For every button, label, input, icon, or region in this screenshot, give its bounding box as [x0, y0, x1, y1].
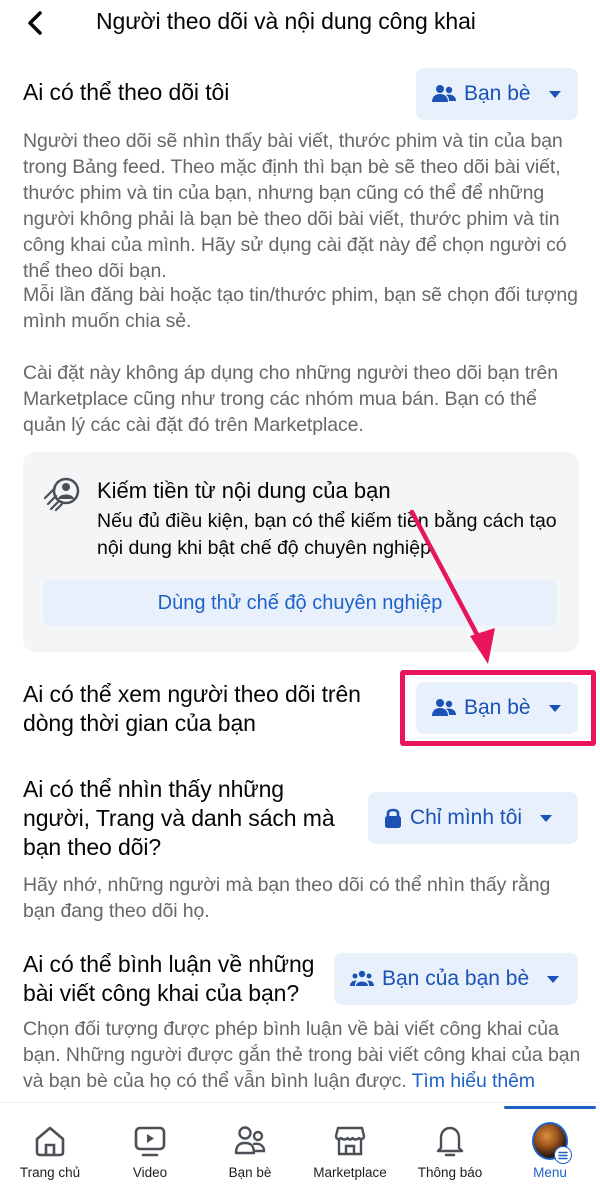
tab-notifications[interactable]: Thông báo	[400, 1103, 500, 1192]
try-professional-mode-button[interactable]: Dùng thử chế độ chuyên nghiệp	[43, 580, 557, 626]
profile-avatar	[532, 1122, 572, 1164]
comments-audience-dropdown[interactable]: Bạn của bạn bè	[334, 953, 578, 1005]
tab-label: Bạn bè	[228, 1165, 272, 1180]
dropdown-label: Chỉ mình tôi	[410, 806, 523, 829]
following-visibility-description: Hãy nhớ, những người mà bạn theo dõi có …	[23, 874, 551, 922]
following-visibility-title-line3: bạn theo dõi?	[23, 834, 162, 860]
followers-audience-dropdown[interactable]: Bạn bè	[416, 68, 578, 120]
video-icon	[134, 1126, 166, 1157]
menu-hamburger-icon	[554, 1146, 572, 1164]
marketplace-icon	[334, 1126, 366, 1156]
header: Người theo dõi và nội dung công khai	[0, 0, 600, 50]
followers-setting-title: Ai có thể theo dõi tôi	[23, 79, 230, 105]
page-title: Người theo dõi và nội dung công khai	[96, 8, 476, 34]
timeline-followers-dropdown[interactable]: Bạn bè	[416, 682, 578, 734]
tab-label: Trang chủ	[19, 1165, 81, 1180]
friends-icon	[432, 85, 456, 102]
timeline-followers-title-line2: dòng thời gian của bạn	[23, 710, 256, 736]
caret-down-icon	[540, 814, 553, 822]
following-visibility-title-line2: người, Trang và danh sách mà	[23, 805, 335, 831]
bottom-tab-bar: Trang chủ Video Bạn bè Marketplace Thông…	[0, 1102, 600, 1192]
caret-down-icon	[548, 90, 561, 98]
comments-setting-title-line1: Ai có thể bình luận về những	[23, 951, 315, 977]
lock-icon	[385, 808, 401, 828]
professional-mode-card: Kiếm tiền từ nội dung của bạn Nếu đủ điề…	[23, 452, 579, 652]
home-icon	[35, 1126, 65, 1157]
friends-icon	[432, 699, 456, 716]
tab-friends[interactable]: Bạn bè	[200, 1103, 300, 1192]
learn-more-link[interactable]: Tìm hiểu thêm	[412, 1070, 535, 1092]
tab-marketplace[interactable]: Marketplace	[300, 1103, 400, 1192]
promo-text: Nếu đủ điều kiện, bạn có thể kiếm tiền b…	[97, 510, 557, 559]
tab-video[interactable]: Video	[100, 1103, 200, 1192]
tab-label: Marketplace	[313, 1165, 387, 1180]
comments-description: Chọn đối tượng được phép bình luận về bà…	[23, 1016, 583, 1094]
friends-of-friends-icon	[350, 970, 374, 986]
timeline-followers-title-line1: Ai có thể xem người theo dõi trên	[23, 681, 361, 707]
back-button[interactable]	[18, 6, 52, 40]
promo-title: Kiếm tiền từ nội dung của bạn	[97, 478, 391, 503]
following-visibility-title-line1: Ai có thể nhìn thấy những	[23, 776, 284, 802]
tab-menu[interactable]: Menu	[500, 1103, 600, 1192]
bell-icon	[436, 1126, 464, 1157]
dropdown-label: Bạn bè	[464, 696, 531, 719]
friends-icon	[234, 1126, 266, 1155]
settings-content: Ai có thể theo dõi tôi Bạn bè Người theo…	[0, 50, 600, 1102]
caret-down-icon	[547, 975, 560, 983]
followers-description-2: Mỗi lần đăng bài hoặc tạo tin/thước phim…	[23, 284, 578, 332]
following-visibility-dropdown[interactable]: Chỉ mình tôi	[368, 792, 578, 844]
tab-home[interactable]: Trang chủ	[0, 1103, 100, 1192]
dropdown-label: Bạn bè	[464, 82, 531, 105]
tab-label: Video	[132, 1165, 168, 1180]
followers-description: Người theo dõi sẽ nhìn thấy bài viết, th…	[23, 130, 567, 282]
caret-down-icon	[548, 704, 561, 712]
dropdown-label: Bạn của bạn bè	[382, 967, 530, 990]
professional-mode-icon	[43, 477, 80, 512]
tab-label: Thông báo	[417, 1165, 483, 1180]
comments-setting-title-line2: bài viết công khai của bạn?	[23, 980, 300, 1006]
chevron-left-icon	[28, 11, 42, 35]
followers-description-3: Cài đặt này không áp dụng cho những ngườ…	[23, 362, 558, 436]
tab-label: Menu	[533, 1165, 567, 1180]
